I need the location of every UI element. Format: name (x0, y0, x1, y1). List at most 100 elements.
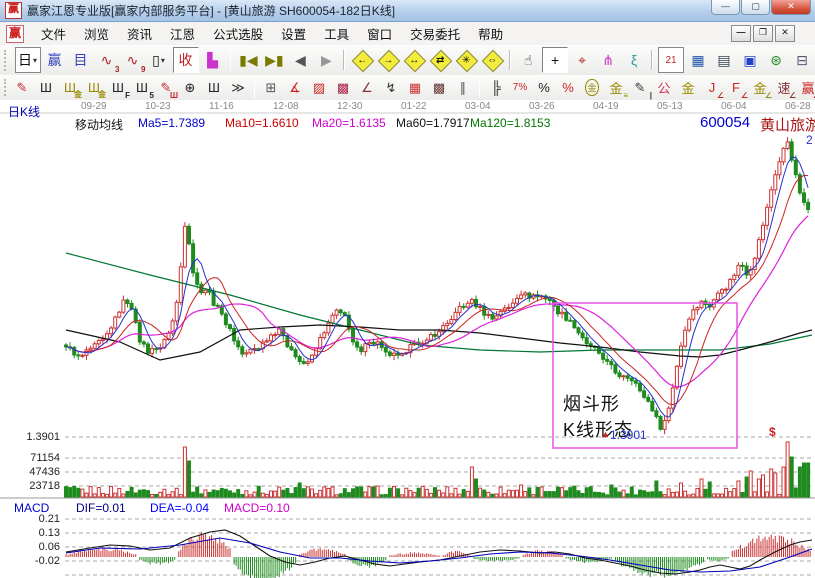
macd-axis-label: 0.06 (2, 541, 60, 553)
right-edge-price-label: 2 (806, 133, 813, 147)
kline-3-icon[interactable]: ∿3 (95, 48, 119, 72)
title-bar: 赢 赢家江恩专业版[赢家内部服务平台] - [黄山旅游 SH600054-182… (0, 0, 815, 22)
pen-ruler-icon[interactable]: ✎Ш (155, 77, 177, 98)
date-tick: 12-30 (337, 101, 363, 112)
f-ruler-icon[interactable]: ШF (107, 77, 129, 98)
date-tick: 06-28 (785, 101, 811, 112)
draw-pen-icon[interactable]: ✎ (11, 77, 33, 98)
plain-ruler-icon[interactable]: Ш (203, 77, 225, 98)
menu-帮助[interactable]: 帮助 (469, 21, 512, 46)
prev-icon[interactable]: ◀ (288, 48, 312, 72)
scroll-right-icon[interactable]: → (376, 48, 400, 72)
angle-lines-icon[interactable]: ∠ (356, 77, 378, 98)
colored-volume-icon[interactable]: ▙ (201, 48, 225, 72)
expand-h-icon[interactable]: ↔ (402, 48, 426, 72)
speed-angle-icon[interactable]: 速∠ (773, 77, 795, 98)
smart-analysis-icon[interactable]: ξ (622, 48, 646, 72)
last-page-icon[interactable]: ▶▮ (262, 48, 286, 72)
macd-histogram (66, 532, 810, 578)
kline-9-icon[interactable]: ∿9 (121, 48, 145, 72)
crosshair-icon[interactable]: + (542, 47, 568, 73)
close-button[interactable]: ✕ (771, 0, 811, 15)
window-title: 赢家江恩专业版[赢家内部服务平台] - [黄山旅游 SH600054-182日K… (27, 2, 395, 19)
pen-bar-icon[interactable]: ✎| (629, 77, 651, 98)
menu-窗口[interactable]: 窗口 (358, 21, 401, 46)
date-tick: 10-23 (145, 101, 171, 112)
bars-measure-icon[interactable]: ╠ (485, 77, 507, 98)
percent-line-icon[interactable]: % (557, 77, 579, 98)
menu-文件[interactable]: 文件 (32, 21, 75, 46)
network-icon[interactable]: ⊛ (764, 48, 788, 72)
stock-name: 黄山旅游 (760, 114, 815, 135)
f-angle-icon[interactable]: F∠ (725, 77, 747, 98)
scroll-left-icon[interactable]: ← (350, 48, 374, 72)
box-select-icon[interactable]: ⊞ (260, 77, 282, 98)
gold-angle-icon[interactable]: 金∠ (749, 77, 771, 98)
slash-lines-icon[interactable]: ∥ (452, 77, 474, 98)
overflow-chevron[interactable]: ≫ (227, 77, 249, 98)
ruler-icon[interactable]: Ш (35, 77, 57, 98)
dense-grid-icon[interactable]: ▩ (428, 77, 450, 98)
circle-ruler-icon[interactable]: ⊕ (179, 77, 201, 98)
menu-公式选股[interactable]: 公式选股 (204, 21, 272, 46)
spiral-ruler-icon[interactable]: Ш5 (131, 77, 153, 98)
gann-box-icon[interactable]: ▨ (308, 77, 330, 98)
ma10-line (66, 175, 808, 404)
first-page-icon[interactable]: ▮◀ (236, 48, 260, 72)
gann-fan-icon[interactable]: ∡ (284, 77, 306, 98)
period-day-dropdown[interactable]: 日 (15, 47, 41, 73)
pan-hand-icon[interactable]: ☝ (516, 48, 540, 72)
menu-交易委托[interactable]: 交易委托 (401, 21, 469, 46)
mdi-minimize-button[interactable]: — (731, 25, 751, 42)
calendar-21-icon[interactable]: 21 (658, 47, 684, 73)
date-tick: 03-04 (465, 101, 491, 112)
maximize-button[interactable]: ▢ (741, 0, 770, 15)
ma-value-label: Ma120=1.8153 (470, 116, 550, 130)
gold-ruler-2-icon[interactable]: Ш金 (83, 77, 105, 98)
gold-circle-icon[interactable]: 金 (581, 77, 603, 98)
winner-angle-icon[interactable]: 赢∠ (797, 77, 815, 98)
minimize-button[interactable]: — (711, 0, 740, 15)
gong-curve-icon[interactable]: 公 (653, 77, 675, 98)
candle-style-dropdown[interactable]: ▯ (147, 48, 171, 72)
percent-icon[interactable]: % (533, 77, 555, 98)
dollar-marker: $ (769, 425, 776, 439)
calculator-icon[interactable]: ▦ (686, 48, 710, 72)
zigzag-icon[interactable]: ↯ (380, 77, 402, 98)
save-icon[interactable]: ▣ (738, 48, 762, 72)
application-window: 赢 赢家江恩专业版[赢家内部服务平台] - [黄山旅游 SH600054-182… (0, 0, 815, 578)
gold-ruler-icon[interactable]: Ш金 (59, 77, 81, 98)
dea-line (66, 538, 812, 572)
info-panel-icon[interactable]: 目 (69, 48, 93, 72)
gann-grid-icon[interactable]: ▩ (332, 77, 354, 98)
macd-dif-value: DIF=0.01 (76, 501, 126, 515)
menu-浏览[interactable]: 浏览 (75, 21, 118, 46)
print-icon[interactable]: ⊟ (790, 48, 814, 72)
volume-axis-label: 23718 (2, 480, 60, 492)
compress-all-icon[interactable]: ✳ (454, 48, 478, 72)
gold-underline-icon[interactable]: 金 (677, 77, 699, 98)
red-grid-icon[interactable]: ▦ (404, 77, 426, 98)
menu-设置[interactable]: 设置 (272, 21, 315, 46)
winner-chart-icon[interactable]: 赢 (43, 48, 67, 72)
kline-pattern-icon[interactable]: 收 (173, 47, 199, 73)
expand-all-icon[interactable]: ⇔ (480, 48, 504, 72)
mdi-close-button[interactable]: ✕ (775, 25, 795, 42)
price-level-label: 1.3901 (2, 431, 60, 443)
mdi-restore-button[interactable]: ❐ (753, 25, 773, 42)
volume-axis-label: 71154 (2, 452, 60, 464)
pattern-trap-icon[interactable]: ⋔ (596, 48, 620, 72)
annotation-arrow-icon: ▲ (601, 429, 610, 439)
volume-bars (65, 442, 810, 497)
compress-h-icon[interactable]: ⇄ (428, 48, 452, 72)
menu-资讯[interactable]: 资讯 (118, 21, 161, 46)
menu-工具[interactable]: 工具 (315, 21, 358, 46)
next-icon[interactable]: ▶ (314, 48, 338, 72)
menu-江恩[interactable]: 江恩 (161, 21, 204, 46)
notes-icon[interactable]: ▤ (712, 48, 736, 72)
seven-percent-icon[interactable]: 7% (509, 77, 531, 98)
cursor-measure-icon[interactable]: ⌖ (570, 48, 594, 72)
j-angle-icon[interactable]: J∠ (701, 77, 723, 98)
date-tick: 05-13 (657, 101, 683, 112)
gold-lines-icon[interactable]: 金≡ (605, 77, 627, 98)
